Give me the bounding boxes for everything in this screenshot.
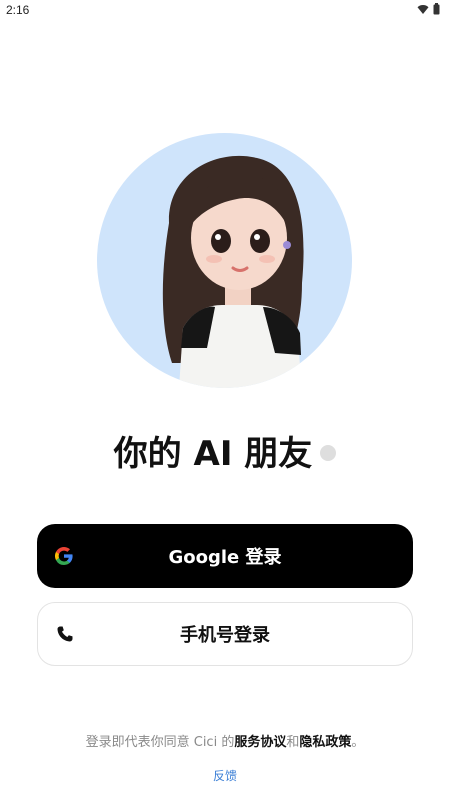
phone-login-label: 手机号登录	[180, 625, 270, 646]
google-login-label: Google 登录	[168, 547, 282, 568]
phone-icon	[57, 626, 73, 642]
ai-girl-avatar	[162, 155, 304, 388]
legal-prefix: 登录即代表你同意 Cici 的	[85, 735, 235, 750]
feedback-link[interactable]: 反馈	[0, 767, 450, 784]
wifi-icon	[417, 4, 429, 14]
legal-and: 和	[286, 735, 300, 750]
status-bar: 2:16	[0, 0, 450, 22]
battery-icon	[433, 3, 440, 15]
typing-dot-icon	[320, 444, 337, 461]
phone-login-button[interactable]: 手机号登录	[37, 602, 413, 666]
terms-link[interactable]: 服务协议	[234, 735, 286, 750]
headline-text: 你的 AI 朋友	[113, 434, 313, 474]
headline: 你的 AI 朋友	[0, 432, 450, 476]
legal-suffix: 。	[351, 735, 365, 750]
legal-notice: 登录即代表你同意 Cici 的服务协议和隐私政策。	[0, 731, 450, 750]
status-time: 2:16	[6, 3, 30, 17]
google-icon	[55, 547, 73, 565]
google-login-button[interactable]: Google 登录	[37, 524, 413, 588]
avatar	[97, 133, 352, 388]
status-icons	[417, 3, 440, 15]
privacy-link[interactable]: 隐私政策	[299, 735, 351, 750]
